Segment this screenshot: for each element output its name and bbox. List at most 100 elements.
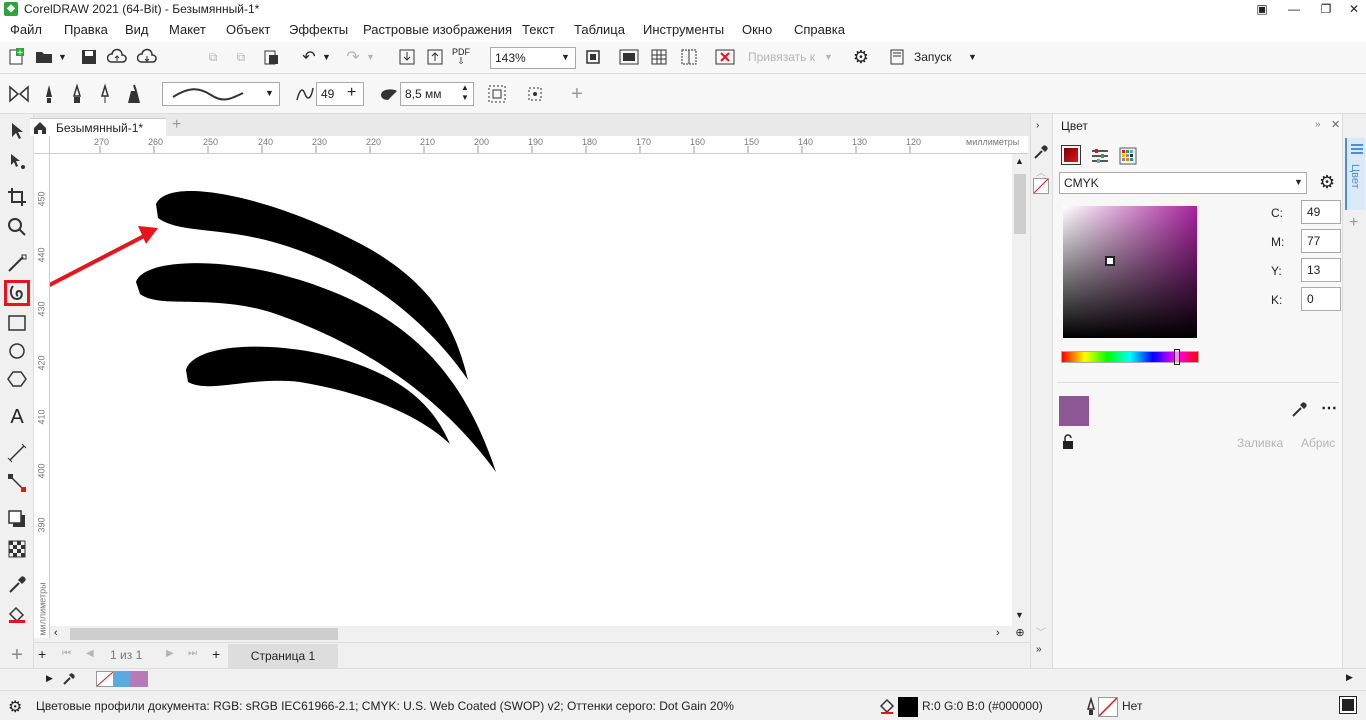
launch-icon[interactable] (886, 46, 908, 68)
sprayer-icon[interactable] (94, 83, 116, 105)
ruler-horizontal[interactable]: 270 260 250 240 230 220 210 200 190 180 … (50, 136, 1028, 154)
scroll-up-icon[interactable]: ▲ (1015, 156, 1024, 166)
color-model-select[interactable]: CMYK ▼ (1059, 172, 1307, 194)
new-tab-icon[interactable]: + (172, 116, 181, 134)
add-property-icon[interactable]: + (566, 83, 588, 105)
bottom-palette-scroll-right-icon[interactable]: ▶ (1346, 672, 1353, 683)
ruler-origin[interactable] (34, 136, 50, 154)
close-button[interactable]: ✕ (1338, 0, 1366, 18)
palette-scroll-up-icon[interactable]: ︿ (1036, 164, 1046, 179)
open-folder-icon[interactable] (34, 46, 56, 68)
undo-dropdown-icon[interactable]: ▼ (322, 52, 331, 62)
smoothing-icon[interactable] (294, 83, 316, 105)
snap-off-icon[interactable] (714, 46, 736, 68)
swatch-blue[interactable] (114, 671, 130, 687)
launch-dropdown-icon[interactable]: ▼ (968, 52, 977, 62)
prev-page-icon[interactable]: ◀ (86, 648, 94, 659)
customize-toolbox-icon[interactable]: + (4, 642, 30, 668)
smoothing-input[interactable]: 49 + (316, 82, 364, 106)
docker-tab-color[interactable]: Цвет (1345, 138, 1365, 210)
hue-slider-handle[interactable] (1174, 349, 1180, 365)
menu-tools[interactable]: Инструменты (643, 22, 724, 37)
outline-color-swatch[interactable] (1098, 697, 1118, 717)
cloud-download-icon[interactable] (136, 46, 158, 68)
redo-icon[interactable]: ↷ (342, 46, 364, 68)
palette-expand-icon[interactable]: » (1036, 644, 1042, 655)
rectangle-tool-icon[interactable] (4, 310, 30, 336)
fill-button[interactable]: Заливка (1237, 436, 1283, 450)
bottom-no-color-swatch[interactable] (96, 671, 114, 687)
interactive-fill-tool-icon[interactable] (4, 602, 30, 628)
scroll-left-icon[interactable]: ‹ (54, 627, 58, 639)
page-tab[interactable]: Страница 1 (228, 644, 338, 668)
copy-icon[interactable]: ⧉ (202, 46, 224, 68)
polygon-tool-icon[interactable] (4, 366, 30, 392)
color-sliders-icon[interactable] (1091, 147, 1109, 168)
docker-close-icon[interactable]: ✕ (1331, 118, 1340, 131)
open-dropdown-icon[interactable]: ▼ (58, 52, 67, 62)
scroll-right-icon[interactable]: › (996, 627, 1000, 639)
text-tool-icon[interactable]: A (4, 404, 30, 430)
color-viewers-icon[interactable] (1061, 145, 1081, 165)
y-input[interactable]: 13 (1301, 258, 1341, 282)
drop-shadow-tool-icon[interactable] (4, 506, 30, 532)
menu-bitmaps[interactable]: Растровые изображения (363, 22, 512, 37)
shape-tool-icon[interactable] (4, 148, 30, 174)
vertical-scroll-thumb[interactable] (1014, 174, 1026, 234)
palette-scroll-right-icon[interactable]: › (1036, 120, 1039, 131)
color-profiles-text[interactable]: Цветовые профили документа: RGB: sRGB IE… (36, 699, 734, 713)
swatch-purple[interactable] (130, 671, 148, 687)
color-palettes-icon[interactable] (1119, 147, 1137, 168)
artistic-media-tool-icon[interactable] (4, 280, 30, 306)
m-input[interactable]: 77 (1301, 229, 1341, 253)
k-input[interactable]: 0 (1301, 287, 1341, 311)
stroke-preset-select[interactable]: ▼ (162, 82, 280, 106)
docker-eyedropper-icon[interactable] (1291, 400, 1309, 421)
menu-window[interactable]: Окно (742, 22, 772, 37)
palette-scroll-down-icon[interactable]: ﹀ (1036, 624, 1046, 639)
cut-icon[interactable]: ⧉ (230, 46, 252, 68)
pen-preset-icon[interactable] (38, 83, 60, 105)
fill-color-swatch[interactable] (898, 697, 918, 717)
horizontal-scroll-thumb[interactable] (70, 628, 338, 640)
color-options-gear-icon[interactable]: ⚙ (1319, 172, 1335, 193)
publish-pdf-icon[interactable]: PDF ⇩ (452, 48, 470, 66)
selection-handles-icon[interactable] (524, 83, 546, 105)
full-screen-preview-icon[interactable] (618, 46, 640, 68)
color-picker-area[interactable] (1063, 206, 1197, 338)
calligraphic-icon[interactable] (122, 83, 144, 105)
undo-icon[interactable]: ↶ (298, 46, 320, 68)
parallel-dimension-tool-icon[interactable] (4, 440, 30, 466)
help-icon[interactable]: ▣ (1246, 0, 1278, 18)
pick-tool-icon[interactable] (4, 118, 30, 144)
outline-button[interactable]: Абрис (1301, 436, 1335, 450)
options-gear-icon[interactable]: ⚙ (850, 46, 872, 68)
unlock-icon[interactable] (1061, 434, 1075, 453)
show-guidelines-icon[interactable] (678, 46, 700, 68)
color-picker-handle[interactable] (1105, 256, 1115, 266)
bounding-box-icon[interactable] (486, 83, 508, 105)
ellipse-tool-icon[interactable] (4, 338, 30, 364)
add-page-before-icon[interactable]: + (38, 646, 46, 662)
save-icon[interactable] (78, 46, 100, 68)
paste-icon[interactable] (260, 46, 282, 68)
ruler-vertical[interactable]: 450 440 430 420 410 400 390 миллиметры (34, 154, 50, 638)
menu-effects[interactable]: Эффекты (289, 22, 348, 37)
new-document-icon[interactable]: + (6, 46, 28, 68)
bottom-palette-scroll-left-icon[interactable]: ▶ (46, 673, 53, 684)
menu-layout[interactable]: Макет (169, 22, 206, 37)
crop-tool-icon[interactable] (4, 184, 30, 210)
bottom-palette-eyedropper-icon[interactable] (62, 672, 76, 689)
freehand-mode-icon[interactable] (8, 83, 30, 105)
menu-text[interactable]: Текст (522, 22, 555, 37)
brush-size-input[interactable]: 8,5 мм ▲ ▼ (400, 82, 474, 106)
current-color-swatch[interactable] (1059, 396, 1089, 426)
menu-file[interactable]: Файл (10, 22, 42, 37)
no-color-swatch[interactable] (1033, 178, 1049, 194)
zoom-tool-icon[interactable] (4, 214, 30, 240)
redo-dropdown-icon[interactable]: ▼ (366, 52, 375, 62)
menu-edit[interactable]: Правка (64, 22, 108, 37)
brush-icon[interactable] (66, 83, 88, 105)
first-page-icon[interactable]: ⏮ (62, 648, 71, 659)
menu-table[interactable]: Таблица (574, 22, 625, 37)
